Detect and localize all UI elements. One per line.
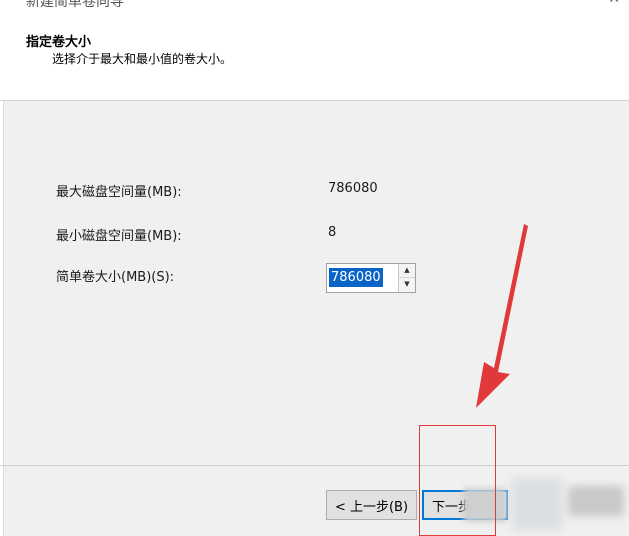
- volume-size-input[interactable]: 786080: [329, 268, 383, 287]
- volume-size-spinner[interactable]: 786080 ▲ ▼: [326, 263, 416, 293]
- spinner-buttons: ▲ ▼: [398, 264, 415, 292]
- page-subtitle: 选择介于最大和最小值的卷大小。: [52, 52, 233, 66]
- volume-size-label: 简单卷大小(MB)(S):: [56, 270, 175, 285]
- max-space-label: 最大磁盘空间量(MB):: [56, 185, 182, 200]
- max-space-value: 786080: [328, 181, 378, 196]
- min-space-value: 8: [328, 225, 337, 240]
- title-bar: 新建简单卷向导 ✕: [0, 0, 629, 10]
- footer-divider: [0, 465, 629, 466]
- spinner-up-icon[interactable]: ▲: [399, 264, 415, 278]
- new-simple-volume-wizard: 新建简单卷向导 ✕ 指定卷大小 选择介于最大和最小值的卷大小。 最大磁盘空间量(…: [0, 0, 629, 536]
- page-title: 指定卷大小: [26, 35, 92, 50]
- wizard-header: 指定卷大小 选择介于最大和最小值的卷大小。: [0, 10, 629, 101]
- min-space-label: 最小磁盘空间量(MB):: [56, 229, 182, 244]
- spinner-down-icon[interactable]: ▼: [399, 278, 415, 292]
- close-icon[interactable]: ✕: [608, 0, 620, 7]
- window-title: 新建简单卷向导: [26, 0, 124, 10]
- annotation-arrow-icon: [476, 224, 528, 408]
- next-button[interactable]: 下一步: [422, 490, 508, 520]
- blurred-watermark: [568, 486, 624, 516]
- blurred-watermark: [512, 478, 562, 530]
- back-button[interactable]: < 上一步(B): [326, 490, 417, 520]
